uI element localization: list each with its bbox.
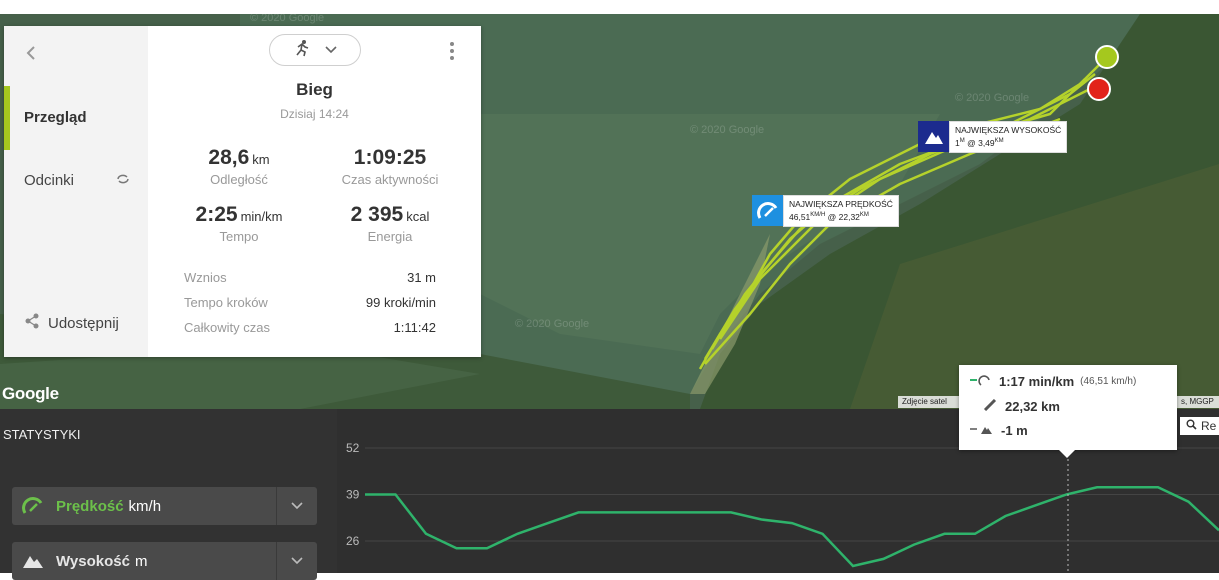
poi-elevation-at-unit: KM — [994, 138, 1004, 144]
zoom-icon — [1186, 419, 1197, 433]
chart-y-tick-label: 26 — [346, 534, 360, 548]
poi-speed-at-unit: KM — [859, 212, 869, 218]
poi-speed-value: 46,51 — [789, 211, 811, 222]
pace-label: Tempo — [219, 229, 259, 244]
energy-label: Energia — [367, 229, 413, 244]
tooltip-distance-row: 22,32 km — [983, 398, 1060, 414]
poi-highest-elevation[interactable]: NAJWIĘKSZA WYSOKOŚĆ 1M @ 3,49KM — [918, 121, 1068, 153]
poi-elevation-title: NAJWIĘKSZA WYSOKOŚĆ — [955, 125, 1062, 135]
detail-value: 31 m — [407, 270, 436, 285]
share-label: Udostępnij — [48, 314, 119, 332]
more-options-icon[interactable] — [450, 42, 454, 63]
speed-series-line — [365, 486, 1219, 568]
running-icon — [293, 39, 311, 62]
chevron-down-icon[interactable] — [276, 542, 317, 580]
speed-metric-unit: km/h — [128, 497, 162, 515]
poi-speed-value-unit: KM/H — [810, 212, 826, 218]
map-attribution-right[interactable]: s, MGGP — [1177, 396, 1219, 408]
ruler-icon — [983, 398, 997, 414]
pace-unit: min/km — [240, 209, 283, 224]
end-marker[interactable] — [1087, 77, 1111, 101]
tooltip-distance-value: 22,32 km — [1005, 399, 1060, 414]
poi-speed-title: NAJWIĘKSZA PRĘDKOŚĆ — [789, 199, 893, 209]
detail-row: Tempo kroków 99 kroki/min — [184, 295, 436, 310]
tooltip-pace-row: 1:17 min/km (46,51 km/h) — [969, 374, 1136, 389]
tab-laps-label: Odcinki — [24, 172, 75, 189]
active-tab-indicator — [4, 86, 10, 150]
chevron-down-icon[interactable] — [276, 487, 317, 525]
start-marker[interactable] — [1095, 45, 1119, 69]
distance-label: Odległość — [210, 172, 268, 187]
tab-overview[interactable]: Przegląd — [24, 109, 87, 126]
detail-row: Wznios 31 m — [184, 270, 436, 285]
chart-tooltip: 1:17 min/km (46,51 km/h) 22,32 km -1 m — [959, 365, 1177, 458]
reset-zoom-button[interactable]: Re — [1180, 417, 1219, 435]
speedometer-icon — [969, 374, 991, 389]
speed-metric-name: Prędkość — [56, 497, 124, 515]
mountain-icon — [22, 553, 50, 569]
reset-zoom-label: Re — [1201, 419, 1217, 433]
elevation-metric-unit: m — [134, 552, 148, 570]
chart-y-tick-label: 39 — [346, 488, 360, 502]
distance-value: 28,6 — [208, 146, 250, 169]
tooltip-elevation-value: -1 m — [1001, 423, 1028, 438]
elevation-metric-name: Wysokość — [56, 552, 130, 570]
detail-row: Całkowity czas 1:11:42 — [184, 320, 436, 335]
activity-type-selector[interactable] — [269, 34, 361, 66]
distance-unit: km — [252, 152, 270, 167]
mountain-icon — [918, 121, 949, 153]
back-chevron-icon[interactable] — [26, 44, 36, 65]
chevron-down-icon — [325, 41, 337, 59]
detail-label: Tempo kroków — [184, 295, 268, 310]
poi-elevation-label: NAJWIĘKSZA WYSOKOŚĆ 1M @ 3,49KM — [949, 121, 1068, 153]
stat-energy: 2 395 kcal Energia — [310, 203, 470, 244]
speedometer-icon — [752, 195, 783, 227]
chart-y-tick-label: 52 — [346, 441, 360, 455]
tab-laps[interactable]: Odcinki — [24, 172, 129, 189]
activity-title: Bieg — [296, 80, 333, 99]
poi-speed-at: @ 22,32 — [825, 211, 860, 222]
tooltip-speed-value: (46,51 km/h) — [1080, 376, 1137, 387]
speed-metric-dropdown[interactable]: Prędkość km/h — [12, 487, 317, 525]
share-button[interactable]: Udostępnij — [24, 313, 119, 333]
share-icon — [24, 313, 40, 333]
speedometer-icon — [22, 497, 50, 515]
mountain-icon — [969, 423, 993, 438]
energy-unit: kcal — [406, 209, 430, 224]
google-logo: Google — [2, 384, 59, 403]
poi-max-speed[interactable]: NAJWIĘKSZA PRĘDKOŚĆ 46,51KM/H @ 22,32KM — [752, 195, 899, 227]
map-attribution[interactable]: Zdjęcie satel — [898, 396, 964, 408]
card-sidebar: Przegląd Odcinki Udostępnij — [4, 26, 148, 357]
laps-cycle-icon — [116, 172, 130, 189]
activity-summary-card: Przegląd Odcinki Udostępnij Bieg Dzisiaj… — [4, 26, 481, 357]
statistics-title: STATYSTYKI — [3, 427, 81, 442]
elevation-metric-dropdown[interactable]: Wysokość m — [12, 542, 317, 580]
detail-label: Wznios — [184, 270, 227, 285]
stat-distance: 28,6 km Odległość — [159, 146, 319, 187]
stat-duration: 1:09:25 Czas aktywności — [310, 146, 470, 187]
pace-value: 2:25 — [195, 203, 238, 226]
poi-speed-label: NAJWIĘKSZA PRĘDKOŚĆ 46,51KM/H @ 22,32KM — [783, 195, 899, 227]
detail-label: Całkowity czas — [184, 320, 270, 335]
stat-pace: 2:25 min/km Tempo — [159, 203, 319, 244]
energy-value: 2 395 — [350, 203, 404, 226]
duration-label: Czas aktywności — [341, 172, 439, 187]
poi-elevation-at: @ 3,49 — [964, 137, 995, 148]
tooltip-elevation-row: -1 m — [969, 423, 1028, 438]
activity-date: Dzisiaj 14:24 — [280, 107, 349, 121]
detail-value: 1:11:42 — [393, 320, 436, 335]
tooltip-pace-value: 1:17 min/km — [999, 374, 1075, 389]
detail-value: 99 kroki/min — [365, 295, 436, 310]
duration-value: 1:09:25 — [353, 146, 427, 169]
